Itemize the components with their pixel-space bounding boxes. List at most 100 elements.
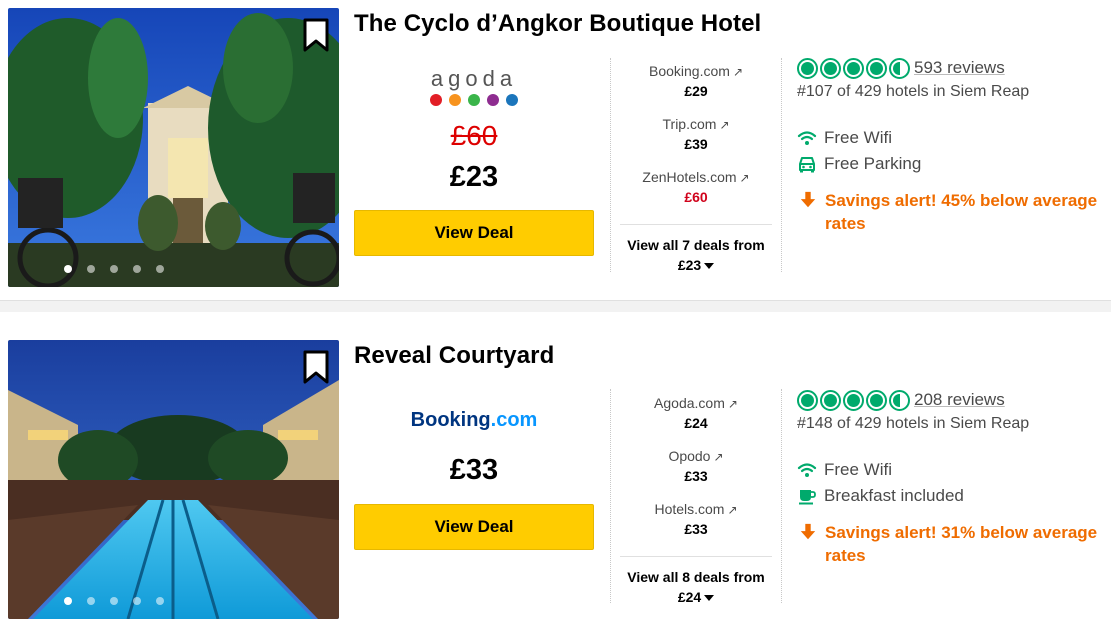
arrow-down-icon bbox=[800, 191, 816, 208]
deal-site-price: £29 bbox=[684, 83, 708, 99]
carousel-dot[interactable] bbox=[109, 265, 118, 273]
amenity-label: Breakfast included bbox=[824, 486, 964, 505]
deal-site: Opodo bbox=[668, 448, 711, 464]
column-divider bbox=[610, 389, 611, 603]
savings-alert: Savings alert! 31% below average rates bbox=[797, 521, 1109, 567]
hotel-info: 593 reviews #107 of 429 hotels in Siem R… bbox=[797, 56, 1109, 235]
savings-alert-text: Savings alert! 45% below average rates bbox=[825, 191, 1098, 233]
hotel-photo[interactable] bbox=[8, 340, 339, 619]
caret-down-icon bbox=[704, 263, 715, 270]
external-link-icon: ↗ bbox=[727, 397, 738, 411]
photo-carousel-dots bbox=[8, 265, 279, 273]
deal-site-price: £39 bbox=[684, 136, 708, 152]
agoda-logo-dots bbox=[354, 94, 594, 106]
rating-row: 593 reviews bbox=[797, 56, 1109, 80]
hotel-photo-image bbox=[8, 340, 339, 619]
hotel-rank: #148 of 429 hotels in Siem Reap bbox=[797, 415, 1030, 432]
amenity-label: Free Wifi bbox=[824, 460, 892, 479]
view-all-deals-link[interactable]: View all 7 deals from £23 bbox=[620, 235, 772, 275]
deal-item[interactable]: Opodo ↗ £33 bbox=[620, 448, 772, 501]
review-count-link[interactable]: 208 reviews bbox=[914, 390, 1005, 410]
hotel-photo-image bbox=[8, 8, 339, 287]
photo-carousel-dots bbox=[8, 597, 279, 605]
rating-bubble-icon bbox=[820, 389, 841, 411]
view-all-deals-price: £24 bbox=[677, 589, 702, 605]
view-all-deals-label: View all 8 deals from bbox=[627, 569, 765, 585]
external-link-icon: ↗ bbox=[719, 118, 730, 132]
coffee-cup-icon bbox=[799, 490, 816, 505]
deal-site-price: £33 bbox=[684, 521, 708, 537]
deal-site: Booking.com bbox=[649, 63, 730, 79]
bookmark-icon[interactable] bbox=[303, 350, 329, 384]
view-deal-button[interactable]: View Deal bbox=[354, 504, 594, 550]
external-link-icon: ↗ bbox=[727, 503, 738, 517]
savings-alert-text: Savings alert! 31% below average rates bbox=[825, 523, 1098, 565]
deal-price: £33 bbox=[449, 454, 499, 486]
carousel-dot[interactable] bbox=[86, 597, 95, 605]
carousel-dot[interactable] bbox=[63, 265, 72, 273]
rating-bubble-icon bbox=[797, 389, 818, 411]
rating-bubble-half-icon bbox=[889, 57, 910, 79]
column-divider bbox=[781, 58, 782, 272]
carousel-dot[interactable] bbox=[132, 597, 141, 605]
deal-item[interactable]: ZenHotels.com ↗ £60 bbox=[620, 169, 772, 222]
wifi-icon bbox=[797, 131, 817, 145]
deal-site: Agoda.com bbox=[654, 395, 725, 411]
rating-bubbles bbox=[797, 57, 910, 79]
deal-site-price: £60 bbox=[684, 189, 708, 205]
savings-alert: Savings alert! 45% below average rates bbox=[797, 189, 1109, 235]
carousel-dot[interactable] bbox=[132, 265, 141, 273]
rating-bubbles bbox=[797, 389, 910, 411]
amenity-item: Free Parking bbox=[797, 151, 1109, 177]
carousel-dot[interactable] bbox=[155, 265, 164, 273]
deal-item[interactable]: Booking.com ↗ £29 bbox=[620, 63, 772, 116]
rating-bubble-icon bbox=[866, 57, 887, 79]
original-price: £60 bbox=[450, 120, 498, 151]
deal-site: Hotels.com bbox=[654, 501, 725, 517]
amenity-label: Free Wifi bbox=[824, 128, 892, 147]
external-link-icon: ↗ bbox=[739, 171, 750, 185]
rating-bubble-icon bbox=[866, 389, 887, 411]
hotel-rank: #107 of 429 hotels in Siem Reap bbox=[797, 83, 1030, 100]
column-divider bbox=[781, 389, 782, 603]
external-link-icon: ↗ bbox=[732, 65, 743, 79]
view-all-deals-link[interactable]: View all 8 deals from £24 bbox=[620, 567, 772, 607]
hotel-name[interactable]: Reveal Courtyard bbox=[354, 342, 554, 370]
agoda-logo-text: agoda bbox=[430, 66, 518, 91]
rating-bubble-icon bbox=[843, 389, 864, 411]
provider-logo[interactable]: agoda bbox=[354, 66, 594, 106]
deal-item[interactable]: Trip.com ↗ £39 bbox=[620, 116, 772, 169]
provider-logo[interactable]: Booking.com bbox=[354, 409, 594, 432]
carousel-dot[interactable] bbox=[63, 597, 72, 605]
rating-bubble-icon bbox=[797, 57, 818, 79]
rating-bubble-half-icon bbox=[889, 389, 910, 411]
column-divider bbox=[610, 58, 611, 272]
carousel-dot[interactable] bbox=[155, 597, 164, 605]
rating-row: 208 reviews bbox=[797, 388, 1109, 412]
amenity-item: Breakfast included bbox=[797, 483, 1109, 509]
deal-price: £23 bbox=[449, 161, 499, 193]
external-link-icon: ↗ bbox=[713, 450, 724, 464]
other-deals-list: Booking.com ↗ £29 Trip.com ↗ £39 ZenHotels… bbox=[620, 63, 772, 275]
hotel-card: Reveal Courtyard Booking.com £33 View De… bbox=[0, 312, 1111, 619]
deal-item[interactable]: Hotels.com ↗ £33 bbox=[620, 501, 772, 554]
wifi-icon bbox=[797, 463, 817, 477]
bookmark-icon[interactable] bbox=[303, 18, 329, 52]
amenity-label: Free Parking bbox=[824, 154, 922, 173]
view-all-deals-label: View all 7 deals from bbox=[627, 237, 765, 253]
rating-bubble-icon bbox=[843, 57, 864, 79]
card-separator bbox=[0, 300, 1111, 312]
hotel-info: 208 reviews #148 of 429 hotels in Siem R… bbox=[797, 388, 1109, 567]
deal-site-price: £33 bbox=[684, 468, 708, 484]
carousel-dot[interactable] bbox=[109, 597, 118, 605]
deals-divider bbox=[620, 556, 772, 557]
carousel-dot[interactable] bbox=[86, 265, 95, 273]
deal-item[interactable]: Agoda.com ↗ £24 bbox=[620, 395, 772, 448]
hotel-photo[interactable] bbox=[8, 8, 339, 287]
review-count-link[interactable]: 593 reviews bbox=[914, 58, 1005, 78]
hotel-name[interactable]: The Cyclo d’Angkor Boutique Hotel bbox=[354, 10, 761, 38]
view-deal-button[interactable]: View Deal bbox=[354, 210, 594, 256]
deal-site-price: £24 bbox=[684, 415, 708, 431]
amenities-list: Free Wifi Free Parking bbox=[797, 125, 1109, 177]
deal-site: ZenHotels.com bbox=[642, 169, 737, 185]
